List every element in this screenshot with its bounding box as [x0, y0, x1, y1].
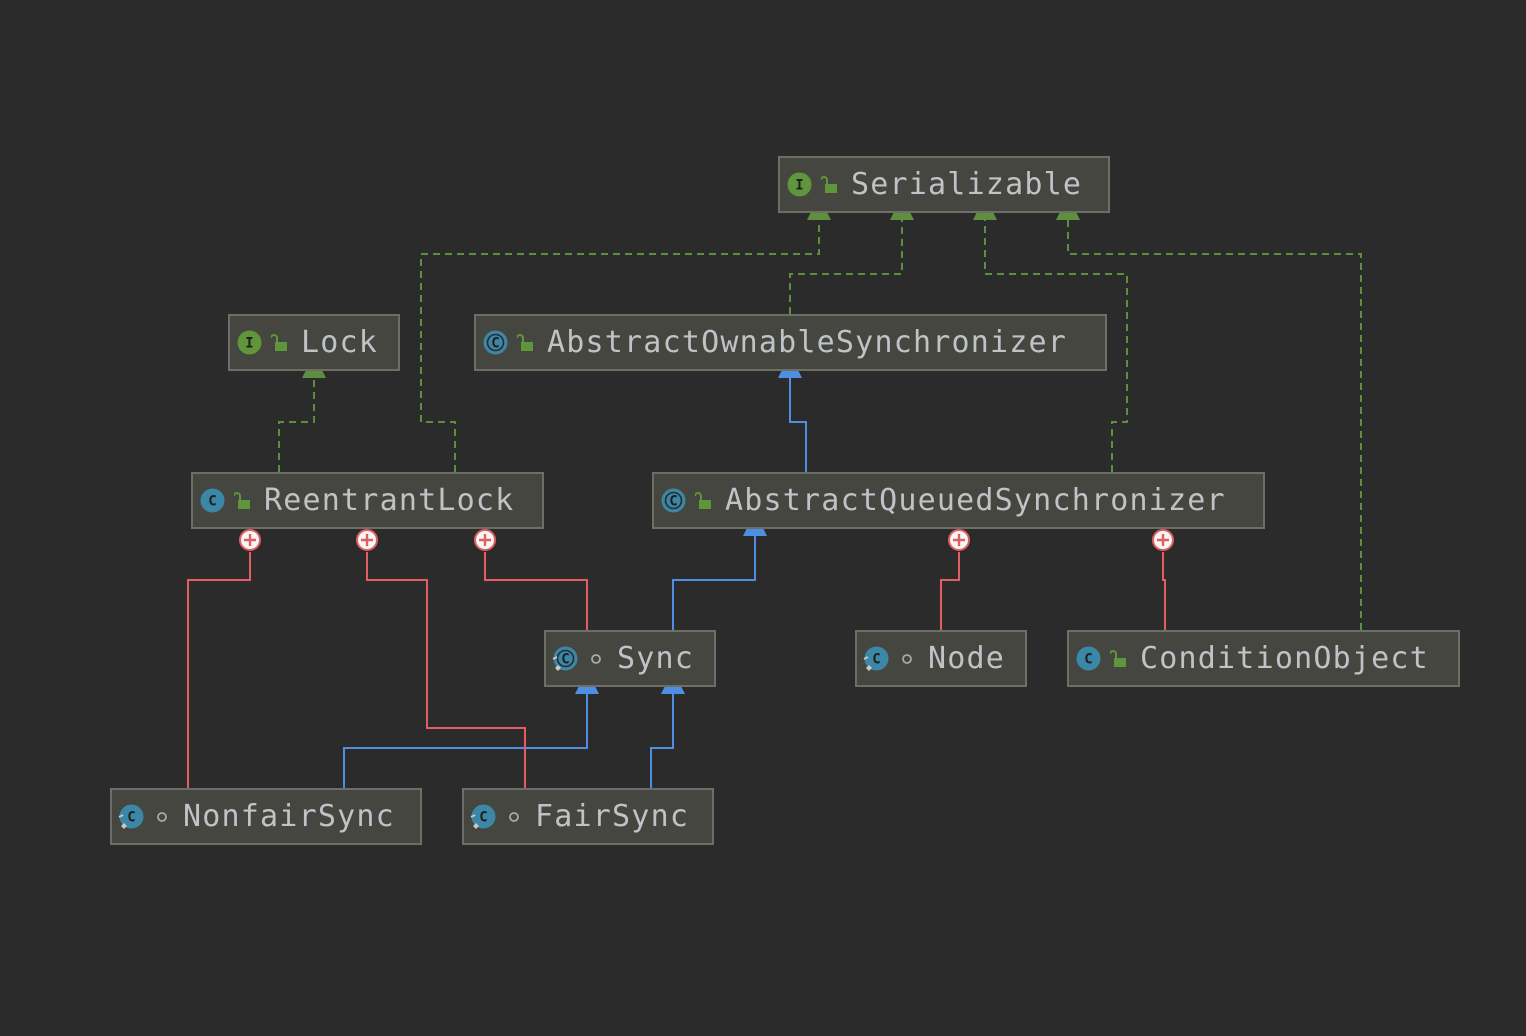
- class-name-label: NonfairSync: [183, 799, 395, 834]
- class-diagram: I Serializable I Lock C AbstractOwnableSynchr…: [0, 0, 1526, 1036]
- edge-inner-class-sync-to-reentrantlock: [474, 529, 588, 630]
- static-class-icon: C: [118, 803, 145, 830]
- class-node-conditionobject[interactable]: C ConditionObject: [1067, 630, 1460, 687]
- package-private-icon: [503, 803, 525, 830]
- edge-line: [940, 552, 960, 630]
- class-name-label: ConditionObject: [1140, 641, 1429, 676]
- public-icon: [515, 329, 537, 356]
- svg-text:C: C: [208, 494, 216, 510]
- class-node-serializable[interactable]: I Serializable: [778, 156, 1110, 213]
- public-icon: [1108, 645, 1130, 672]
- class-node-aos[interactable]: C AbstractOwnableSynchronizer: [474, 314, 1107, 371]
- public-icon: [819, 171, 841, 198]
- svg-text:C: C: [127, 810, 135, 826]
- class-name-label: Node: [928, 641, 1006, 676]
- class-icon: C: [199, 487, 226, 514]
- edge-line: [366, 552, 526, 788]
- abstract-class-icon: C: [482, 329, 509, 356]
- edge-inner-class-nonfairsync-to-reentrantlock: [187, 529, 261, 788]
- class-node-sync[interactable]: C Sync: [544, 630, 716, 687]
- edge-line: [1067, 220, 1362, 630]
- class-name-label: FairSync: [535, 799, 690, 834]
- abstract-static-class-icon: C: [552, 645, 579, 672]
- package-private-icon: [151, 803, 173, 830]
- class-name-label: AbstractOwnableSynchronizer: [547, 325, 1068, 360]
- edge-line: [187, 552, 251, 788]
- svg-text:C: C: [1084, 652, 1092, 668]
- class-name-label: Sync: [617, 641, 695, 676]
- class-name-label: ReentrantLock: [264, 483, 515, 518]
- edge-implements-reentrantlock-to-lock: [278, 354, 326, 472]
- class-node-nonfairsync[interactable]: C NonfairSync: [110, 788, 422, 845]
- static-class-icon: C: [470, 803, 497, 830]
- edge-extends-sync-to-aqs: [672, 512, 767, 630]
- edge-line: [484, 552, 588, 630]
- edge-inner-class-node-to-aqs: [940, 529, 970, 630]
- class-name-label: Serializable: [851, 167, 1083, 202]
- edge-line: [789, 220, 903, 314]
- svg-text:C: C: [669, 494, 677, 510]
- class-node-aqs[interactable]: C AbstractQueuedSynchronizer: [652, 472, 1265, 529]
- class-name-label: AbstractQueuedSynchronizer: [725, 483, 1226, 518]
- class-node-reentrantlock[interactable]: C ReentrantLock: [191, 472, 544, 529]
- public-icon: [269, 329, 291, 356]
- class-node-node[interactable]: C Node: [855, 630, 1027, 687]
- class-node-fairsync[interactable]: C FairSync: [462, 788, 714, 845]
- class-icon: C: [1075, 645, 1102, 672]
- edge-line: [650, 694, 674, 788]
- svg-text:C: C: [561, 652, 569, 668]
- edge-line: [672, 536, 756, 630]
- static-class-icon: C: [863, 645, 890, 672]
- edge-line: [789, 378, 807, 472]
- svg-text:I: I: [795, 178, 803, 194]
- edge-extends-fairsync-to-sync: [650, 670, 685, 788]
- edge-inner-class-fairsync-to-reentrantlock: [356, 529, 526, 788]
- svg-text:C: C: [491, 336, 499, 352]
- svg-text:C: C: [872, 652, 880, 668]
- edge-line: [1162, 552, 1166, 630]
- class-node-lock[interactable]: I Lock: [228, 314, 400, 371]
- edge-implements-conditionobject-to-serializable: [1056, 196, 1362, 630]
- interface-icon: I: [236, 329, 263, 356]
- edge-line: [278, 378, 315, 472]
- interface-icon: I: [786, 171, 813, 198]
- package-private-icon: [585, 645, 607, 672]
- class-name-label: Lock: [301, 325, 379, 360]
- public-icon: [693, 487, 715, 514]
- public-icon: [232, 487, 254, 514]
- abstract-class-icon: C: [660, 487, 687, 514]
- edge-line: [343, 694, 588, 788]
- edge-inner-class-conditionobject-to-aqs: [1152, 529, 1174, 630]
- package-private-icon: [896, 645, 918, 672]
- edge-extends-aqs-to-aos: [778, 354, 807, 472]
- svg-text:C: C: [479, 810, 487, 826]
- svg-text:I: I: [245, 336, 253, 352]
